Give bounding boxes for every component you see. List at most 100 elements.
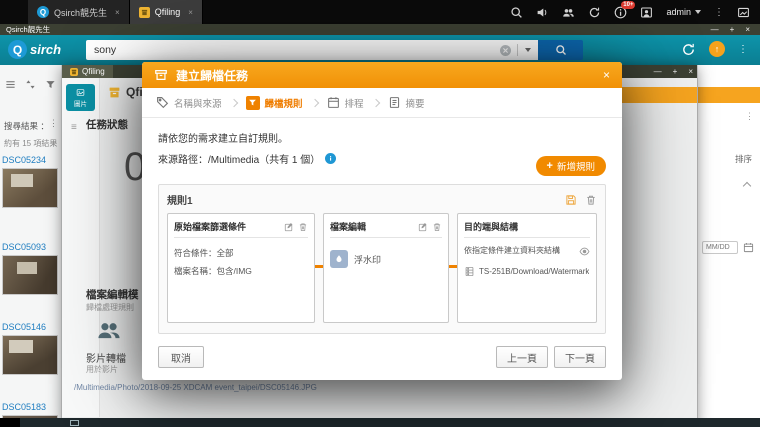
wallpaper-icon[interactable] xyxy=(737,6,750,19)
search-dropdown-caret-icon[interactable] xyxy=(525,48,531,52)
watermark-label: 浮水印 xyxy=(354,253,381,266)
transcode-label[interactable]: 影片轉檔 xyxy=(86,350,126,365)
date-input[interactable] xyxy=(702,241,738,254)
bottom-left-block xyxy=(0,418,20,427)
close-button[interactable]: × xyxy=(745,25,750,34)
transcode-subtext: 用於影片 xyxy=(86,364,118,375)
maximize-button[interactable]: + xyxy=(673,67,678,76)
search-input[interactable] xyxy=(86,44,500,56)
chevron-up-icon[interactable] xyxy=(743,182,751,190)
rule-card: 規則1 原始檔案篩選條件 xyxy=(158,184,606,334)
result-thumbnail[interactable] xyxy=(2,255,58,295)
source-path-text: 來源路徑：/Multimedia（共有 1 個） xyxy=(158,151,320,166)
panel-title: 目的端與結構 xyxy=(464,220,590,233)
destination-path-row: TS-251B/Download/Watermark xyxy=(464,266,590,277)
search-button[interactable] xyxy=(538,40,583,60)
close-button[interactable]: × xyxy=(688,67,693,76)
result-link[interactable]: DSC05234 xyxy=(2,155,60,165)
taskbar-tab-qfiling[interactable]: Qfiling × xyxy=(130,0,203,24)
instruction-text: 請依您的需求建立自訂規則。 xyxy=(158,130,606,145)
user-frame-icon[interactable] xyxy=(640,6,653,19)
list-icon[interactable] xyxy=(5,79,16,90)
upload-badge-icon[interactable]: ↑ xyxy=(709,41,725,57)
step-archive-rules[interactable]: 歸檔規則 xyxy=(246,96,303,110)
more-icon[interactable]: ⋮ xyxy=(738,44,748,55)
previous-button[interactable]: 上一頁 xyxy=(496,346,548,368)
qfiling-window-tab[interactable]: Qfiling xyxy=(62,65,113,78)
filter-condition-line: 符合條件：全部 xyxy=(174,247,308,259)
background-task-icon[interactable] xyxy=(588,6,601,19)
panel-connector xyxy=(315,265,323,268)
users-icon[interactable] xyxy=(562,6,575,19)
desktop: Q Qsirch靚先生 × Qfiling × xyxy=(0,0,760,427)
dialog-header: 建立歸檔任務 × xyxy=(142,62,622,88)
more-icon[interactable]: ⋮ xyxy=(745,111,754,122)
qsirch-header: Q sirch ↑ ⋮ xyxy=(0,35,760,65)
panel-file-edit: 檔案編輯 浮水印 xyxy=(323,213,449,323)
tab-close-icon[interactable]: × xyxy=(188,8,193,17)
refresh-icon[interactable] xyxy=(681,42,696,57)
maximize-button[interactable]: + xyxy=(730,25,735,34)
step-label: 排程 xyxy=(345,96,364,110)
tab-close-icon[interactable]: × xyxy=(115,8,120,17)
taskbar-tab-qsirch[interactable]: Q Qsirch靚先生 × xyxy=(28,0,130,24)
notification-icon[interactable]: 10+ xyxy=(614,6,627,19)
more-icon[interactable]: ⋮ xyxy=(49,118,58,129)
qsirch-titlebar: Qsirch靚先生 — + × xyxy=(0,24,760,35)
panel-title: 檔案編輯 xyxy=(330,220,414,233)
trash-icon[interactable] xyxy=(585,194,597,206)
images-icon xyxy=(75,88,86,97)
trash-icon[interactable] xyxy=(298,222,308,232)
step-name-source[interactable]: 名稱與來源 xyxy=(156,96,222,110)
taskbar-right: 10+ admin ⋮ xyxy=(510,6,760,19)
trash-icon[interactable] xyxy=(432,222,442,232)
destination-path-text: TS-251B/Download/Watermark xyxy=(479,267,589,276)
result-link[interactable]: DSC05093 xyxy=(2,242,60,252)
qsirch-logo-icon: Q xyxy=(37,6,49,18)
eye-icon[interactable] xyxy=(579,246,590,257)
menu-icon[interactable]: ≡ xyxy=(71,122,77,133)
speaker-icon[interactable] xyxy=(536,6,549,19)
dialog-close-button[interactable]: × xyxy=(603,69,610,81)
save-icon[interactable] xyxy=(565,194,577,206)
step-schedule[interactable]: 排程 xyxy=(327,96,364,110)
result-thumbnail[interactable] xyxy=(2,168,58,208)
chevron-right-icon xyxy=(229,98,237,106)
taskbar: Q Qsirch靚先生 × Qfiling × xyxy=(0,0,760,24)
user-menu[interactable]: admin xyxy=(666,7,701,17)
search-box xyxy=(86,40,538,60)
step-summary[interactable]: 摘要 xyxy=(388,96,425,110)
plus-icon: + xyxy=(547,161,553,172)
search-result: DSC05234 xyxy=(2,155,60,208)
more-icon[interactable]: ⋮ xyxy=(714,7,724,18)
chevron-right-icon xyxy=(371,98,379,106)
clear-icon[interactable] xyxy=(500,45,511,56)
edit-icon[interactable] xyxy=(284,222,294,232)
search-icon[interactable] xyxy=(510,6,523,19)
cancel-button[interactable]: 取消 xyxy=(158,346,204,368)
info-icon[interactable] xyxy=(325,153,336,164)
tag-icon xyxy=(156,96,169,109)
category-images-tile[interactable]: 圖片 xyxy=(66,84,95,111)
qsirch-header-icons: ↑ ⋮ xyxy=(681,41,748,57)
minimize-button[interactable]: — xyxy=(654,67,662,76)
step-label: 名稱與來源 xyxy=(174,96,222,110)
add-rule-button[interactable]: + 新增規則 xyxy=(536,156,606,176)
result-link[interactable]: DSC05146 xyxy=(2,322,60,332)
result-thumbnail[interactable] xyxy=(2,335,58,375)
summary-icon xyxy=(388,96,401,109)
next-button[interactable]: 下一頁 xyxy=(554,346,606,368)
wizard-steps: 名稱與來源 歸檔規則 排程 摘要 xyxy=(142,88,622,118)
edit-icon[interactable] xyxy=(418,222,428,232)
calendar-icon[interactable] xyxy=(743,242,754,253)
result-link[interactable]: DSC05183 xyxy=(2,402,60,412)
minimize-button[interactable]: — xyxy=(711,25,719,34)
file-edit-subtext: 歸檔處理規則 xyxy=(86,302,134,313)
filter-icon[interactable] xyxy=(45,79,56,90)
file-edit-heading: 檔案編輯模 xyxy=(86,287,139,302)
task-status-heading: 任務狀態 xyxy=(86,117,128,132)
sort-icon[interactable] xyxy=(25,79,36,90)
results-label: 搜尋結果 ： xyxy=(4,120,49,132)
qsirch-results-sidebar: 搜尋結果 ： ⋮ 約有 15 項結果 DSC05234 DSC05093 DSC… xyxy=(0,65,62,418)
people-icon xyxy=(96,317,122,343)
